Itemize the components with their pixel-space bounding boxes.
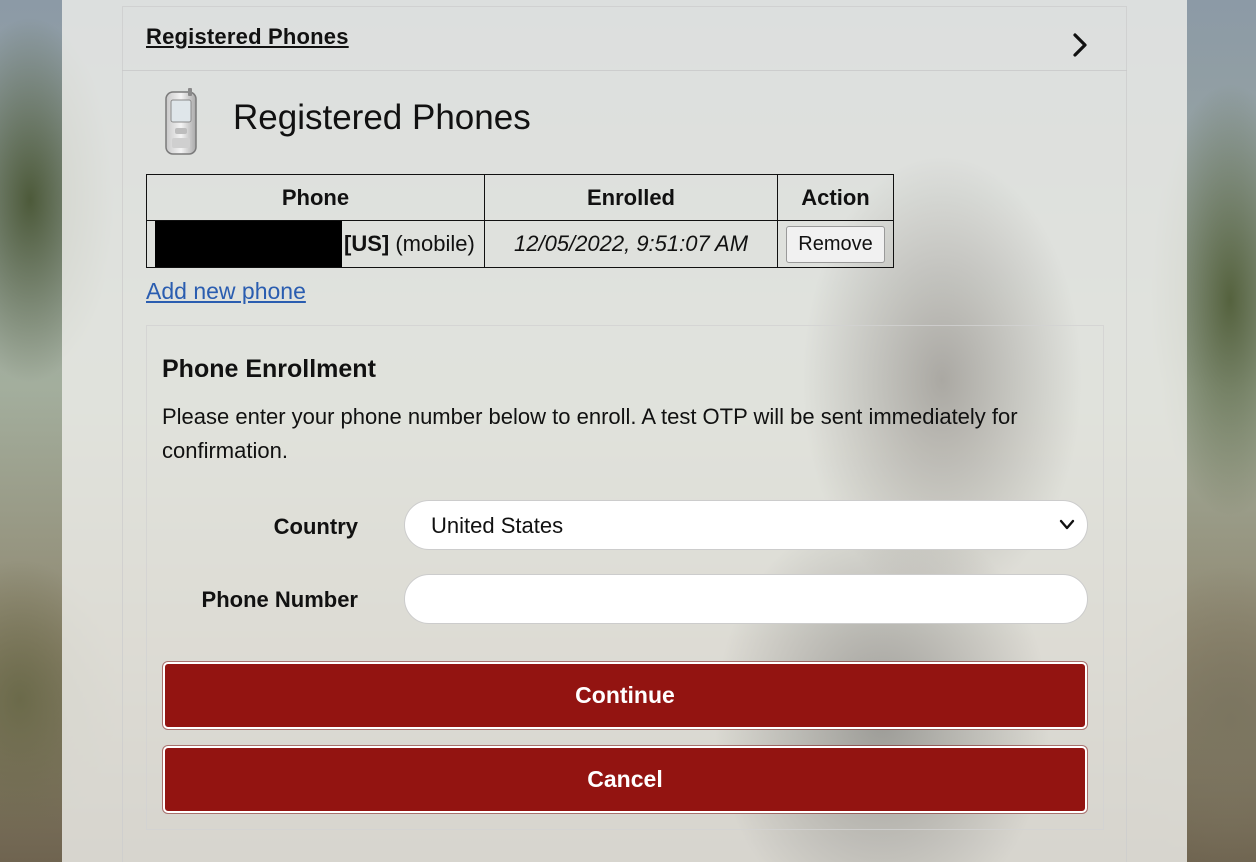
phone-enrollment-title: Phone Enrollment bbox=[162, 355, 376, 383]
country-label: Country bbox=[273, 514, 358, 539]
remove-button[interactable]: Remove bbox=[786, 225, 885, 263]
action-cell: Remove bbox=[777, 220, 894, 268]
phone-number-label: Phone Number bbox=[201, 587, 358, 612]
column-header-enrolled: Enrolled bbox=[484, 174, 778, 221]
country-selected-value: United States bbox=[431, 513, 564, 538]
registered-phones-title: Registered Phones bbox=[233, 98, 531, 137]
add-new-phone-link[interactable]: Add new phone bbox=[146, 278, 306, 305]
column-header-phone: Phone bbox=[146, 174, 485, 221]
country-code: [US] bbox=[344, 231, 390, 256]
registered-phones-header-link[interactable]: Registered Phones bbox=[146, 24, 349, 50]
header-divider bbox=[122, 70, 1127, 71]
table-header-row: Phone Enrolled Action bbox=[146, 174, 894, 221]
mobile-phone-icon bbox=[165, 88, 197, 155]
continue-button[interactable]: Continue bbox=[163, 662, 1087, 729]
redacted-phone-number bbox=[155, 221, 342, 267]
phone-enrollment-description: Please enter your phone number below to … bbox=[162, 404, 1018, 463]
registered-phones-table: Phone Enrolled Action [US] (mobile) 12/0… bbox=[146, 174, 894, 268]
enrolled-date: 12/05/2022, 9:51:07 AM bbox=[484, 220, 778, 268]
chevron-down-icon bbox=[1059, 519, 1075, 530]
column-header-action: Action bbox=[777, 174, 894, 221]
country-select[interactable]: United States bbox=[404, 500, 1088, 550]
table-row: [US] (mobile) 12/05/2022, 9:51:07 AM Rem… bbox=[146, 220, 894, 268]
cancel-button[interactable]: Cancel bbox=[163, 746, 1087, 813]
phone-cell: [US] (mobile) bbox=[146, 220, 485, 268]
phone-type: (mobile) bbox=[395, 231, 475, 256]
phone-number-input[interactable] bbox=[404, 574, 1088, 624]
chevron-right-icon[interactable] bbox=[1068, 32, 1092, 58]
